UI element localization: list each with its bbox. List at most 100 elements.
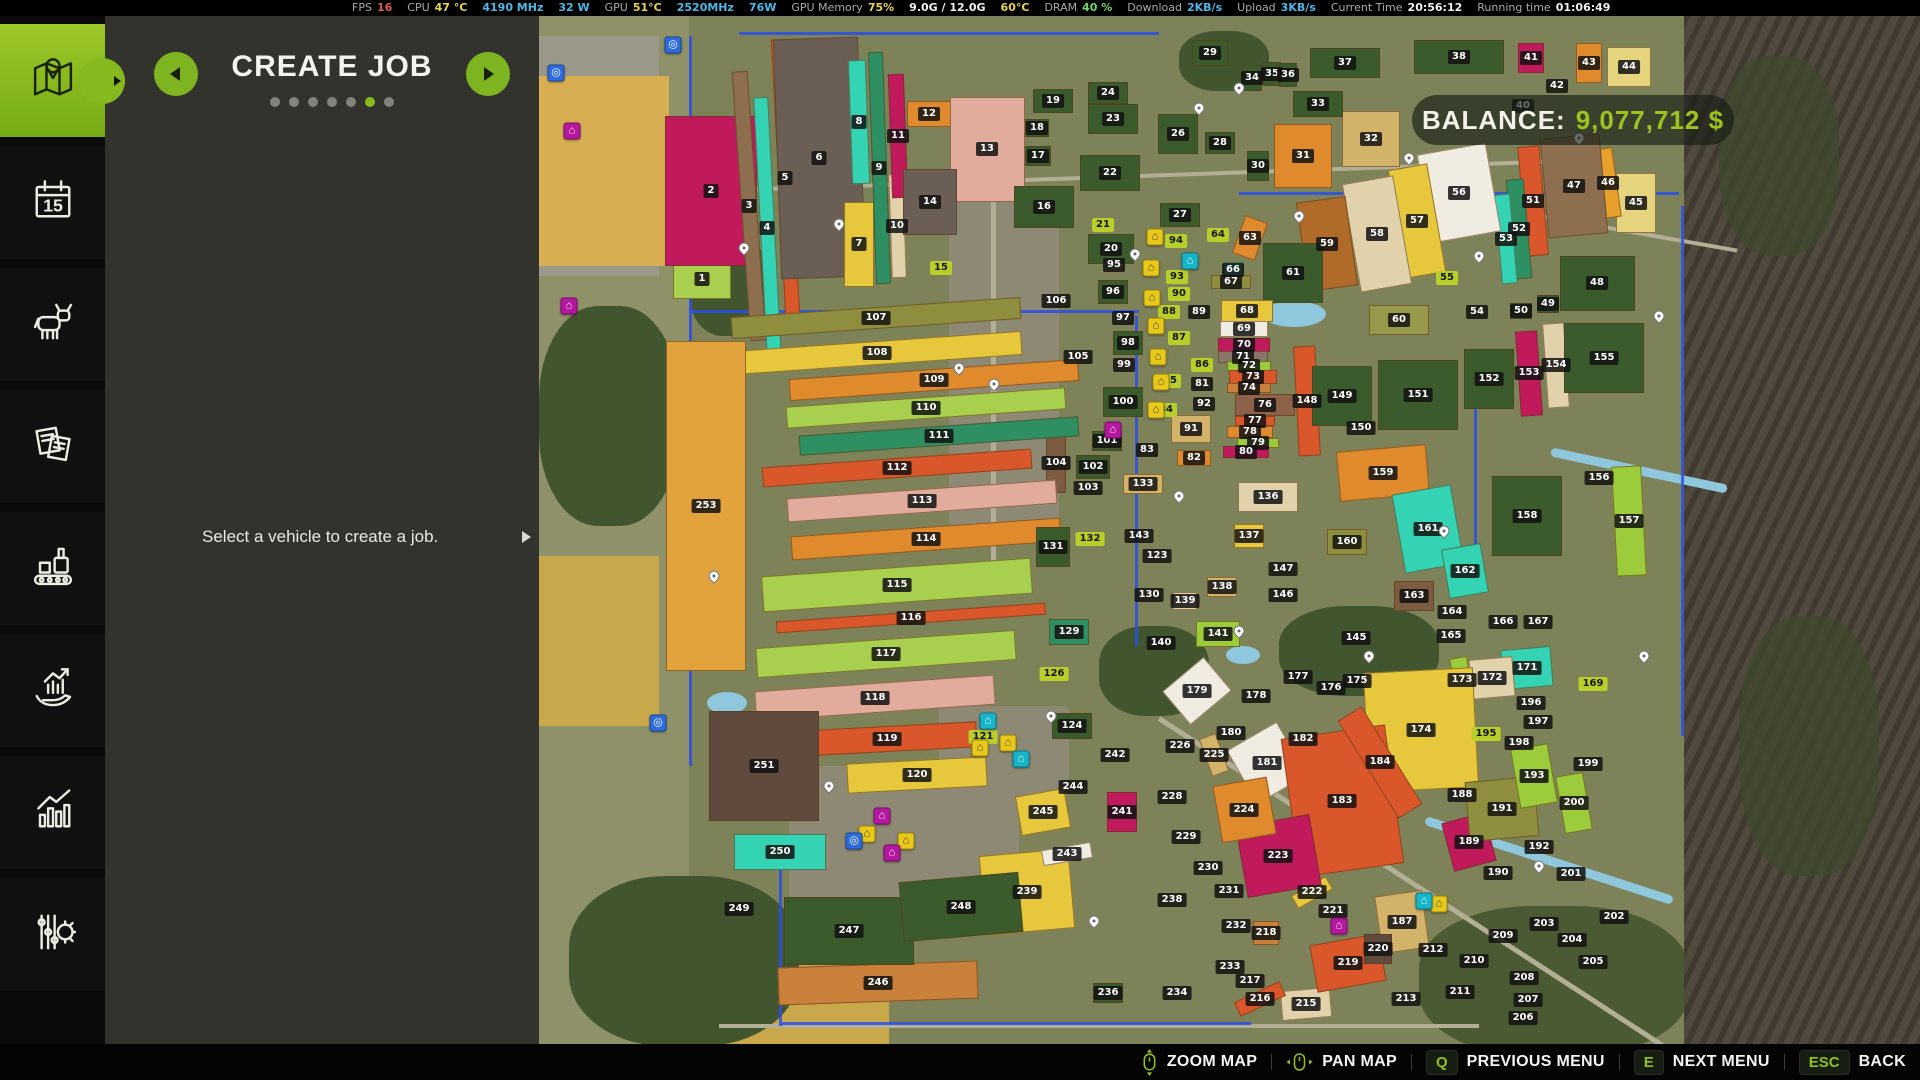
location-pin-icon[interactable] [1086, 913, 1102, 929]
field-number-badge: 130 [1135, 588, 1164, 602]
field-number-badge: 191 [1488, 802, 1517, 816]
divider [1271, 1054, 1272, 1070]
location-pin-icon[interactable] [736, 240, 752, 256]
hotkey-pan-map[interactable]: PAN MAP [1286, 1051, 1397, 1073]
map-marker-shop-icon[interactable]: ⌂ [561, 298, 578, 315]
map-marker-house-icon[interactable]: ⌂ [1144, 290, 1161, 307]
mouse-pan-icon [1286, 1051, 1313, 1073]
map-marker-station-icon[interactable]: ◎ [665, 37, 682, 54]
map-marker-house-icon[interactable]: ⌂ [1000, 735, 1017, 752]
field-number-badge: 14 [919, 195, 941, 209]
sidebar-item-map[interactable] [0, 24, 105, 137]
balance-label: BALANCE: [1422, 105, 1566, 136]
next-page-button[interactable] [466, 52, 510, 96]
sidebar-item-finances[interactable] [0, 634, 105, 747]
field-number-badge: 196 [1517, 696, 1546, 710]
field-number-badge: 176 [1317, 681, 1346, 695]
location-pin-icon[interactable] [986, 376, 1002, 392]
map-marker-shop-icon[interactable]: ⌂ [1105, 422, 1122, 439]
location-pin-icon[interactable] [1171, 488, 1187, 504]
field-number-badge: 97 [1112, 311, 1134, 325]
map-marker-animal-icon[interactable]: ⌂ [980, 713, 997, 730]
location-pin-icon[interactable] [821, 778, 837, 794]
location-pin-icon[interactable] [1636, 648, 1652, 664]
sidebar-item-contracts[interactable] [0, 390, 105, 503]
map-marker-house-icon[interactable]: ⌂ [1148, 402, 1165, 419]
field-number-badge: 32 [1360, 132, 1382, 146]
stat-item: DRAM40 % [1044, 0, 1112, 16]
field-number-badge: 175 [1343, 674, 1372, 688]
field-number-badge: 69 [1233, 322, 1255, 336]
divider [1784, 1054, 1785, 1070]
field-number-badge: 167 [1524, 615, 1553, 629]
location-pin-icon[interactable] [1651, 308, 1667, 324]
field-number-badge: 189 [1455, 835, 1484, 849]
map-marker-station-icon[interactable]: ◎ [846, 833, 863, 850]
location-pin-icon[interactable] [706, 568, 722, 584]
field-number-badge: 61 [1282, 266, 1304, 280]
panel-title-wrap: CREATE JOB [198, 50, 466, 107]
hotkey-next-menu[interactable]: ENEXT MENU [1634, 1050, 1770, 1075]
location-pin-icon[interactable] [1291, 208, 1307, 224]
field-number-badge: 172 [1478, 671, 1507, 685]
location-pin-icon[interactable] [951, 360, 967, 376]
expand-arrow-icon[interactable] [522, 531, 531, 543]
field-number-badge: 208 [1510, 971, 1539, 985]
field-number-badge: 56 [1448, 186, 1470, 200]
field-number-badge: 41 [1520, 51, 1542, 65]
pagination-dot [308, 97, 318, 107]
hotkey-zoom-map[interactable]: ZOOM MAP [1141, 1049, 1257, 1076]
field-number-badge: 231 [1215, 884, 1244, 898]
map-marker-animal-icon[interactable]: ⌂ [1013, 751, 1030, 768]
location-pin-icon[interactable] [1043, 708, 1059, 724]
location-pin-icon[interactable] [1401, 150, 1417, 166]
sidebar-item-calendar[interactable]: 15 [0, 146, 105, 259]
map-marker-house-icon[interactable]: ⌂ [1148, 318, 1165, 335]
location-pin-icon[interactable] [1531, 858, 1547, 874]
field-number-badge: 74 [1238, 381, 1260, 395]
map-marker-house-icon[interactable]: ⌂ [1153, 374, 1170, 391]
field-number-badge: 57 [1406, 214, 1428, 228]
sidebar-item-statistics[interactable] [0, 756, 105, 869]
map-marker-shop-icon[interactable]: ⌂ [1331, 918, 1348, 935]
map-marker-house-icon[interactable]: ⌂ [972, 740, 989, 757]
field-number-badge: 207 [1514, 993, 1543, 1007]
divider [1411, 1054, 1412, 1070]
farm-map[interactable]: 1234567891011121314151617181920212223242… [539, 16, 1920, 1044]
map-marker-station-icon[interactable]: ◎ [548, 65, 565, 82]
previous-page-button[interactable] [154, 52, 198, 96]
map-marker-house-icon[interactable]: ⌂ [1431, 896, 1448, 913]
map-marker-animal-icon[interactable]: ⌂ [1182, 253, 1199, 270]
field-number-badge: 89 [1188, 305, 1210, 319]
map-marker-house-icon[interactable]: ⌂ [1147, 229, 1164, 246]
hotkey-back[interactable]: ESCBACK [1799, 1050, 1906, 1075]
field-for-sale-badge: 132 [1076, 532, 1105, 546]
hotkey-previous-menu[interactable]: QPREVIOUS MENU [1426, 1050, 1605, 1075]
field-number-badge: 251 [750, 759, 779, 773]
panel-header: CREATE JOB [105, 16, 539, 107]
location-pin-icon[interactable] [1127, 246, 1143, 262]
map-marker-shop-icon[interactable]: ⌂ [564, 123, 581, 140]
sidebar-item-settings[interactable] [0, 878, 105, 991]
field-number-badge: 198 [1505, 736, 1534, 750]
balance-value: 9,077,712 $ [1576, 105, 1724, 136]
hotkey-label: ZOOM MAP [1167, 1053, 1257, 1071]
map-marker-house-icon[interactable]: ⌂ [1143, 260, 1160, 277]
map-marker-shop-icon[interactable]: ⌂ [884, 845, 901, 862]
location-pin-icon[interactable] [1471, 248, 1487, 264]
field-for-sale-badge: 55 [1436, 271, 1458, 285]
location-pin-icon[interactable] [1361, 648, 1377, 664]
map-marker-house-icon[interactable]: ⌂ [1150, 349, 1167, 366]
field-number-badge: 215 [1292, 997, 1321, 1011]
sidebar-item-production[interactable] [0, 512, 105, 625]
location-pin-icon[interactable] [1191, 100, 1207, 116]
map-marker-animal-icon[interactable]: ⌂ [1416, 893, 1433, 910]
field-number-badge: 229 [1172, 830, 1201, 844]
sidebar-item-animals[interactable] [0, 268, 105, 381]
location-pin-icon[interactable] [1231, 623, 1247, 639]
map-marker-shop-icon[interactable]: ⌂ [874, 808, 891, 825]
field-for-sale-badge: 90 [1168, 287, 1190, 301]
field-number-badge: 115 [883, 578, 912, 592]
map-marker-station-icon[interactable]: ◎ [650, 715, 667, 732]
location-pin-icon[interactable] [831, 216, 847, 232]
